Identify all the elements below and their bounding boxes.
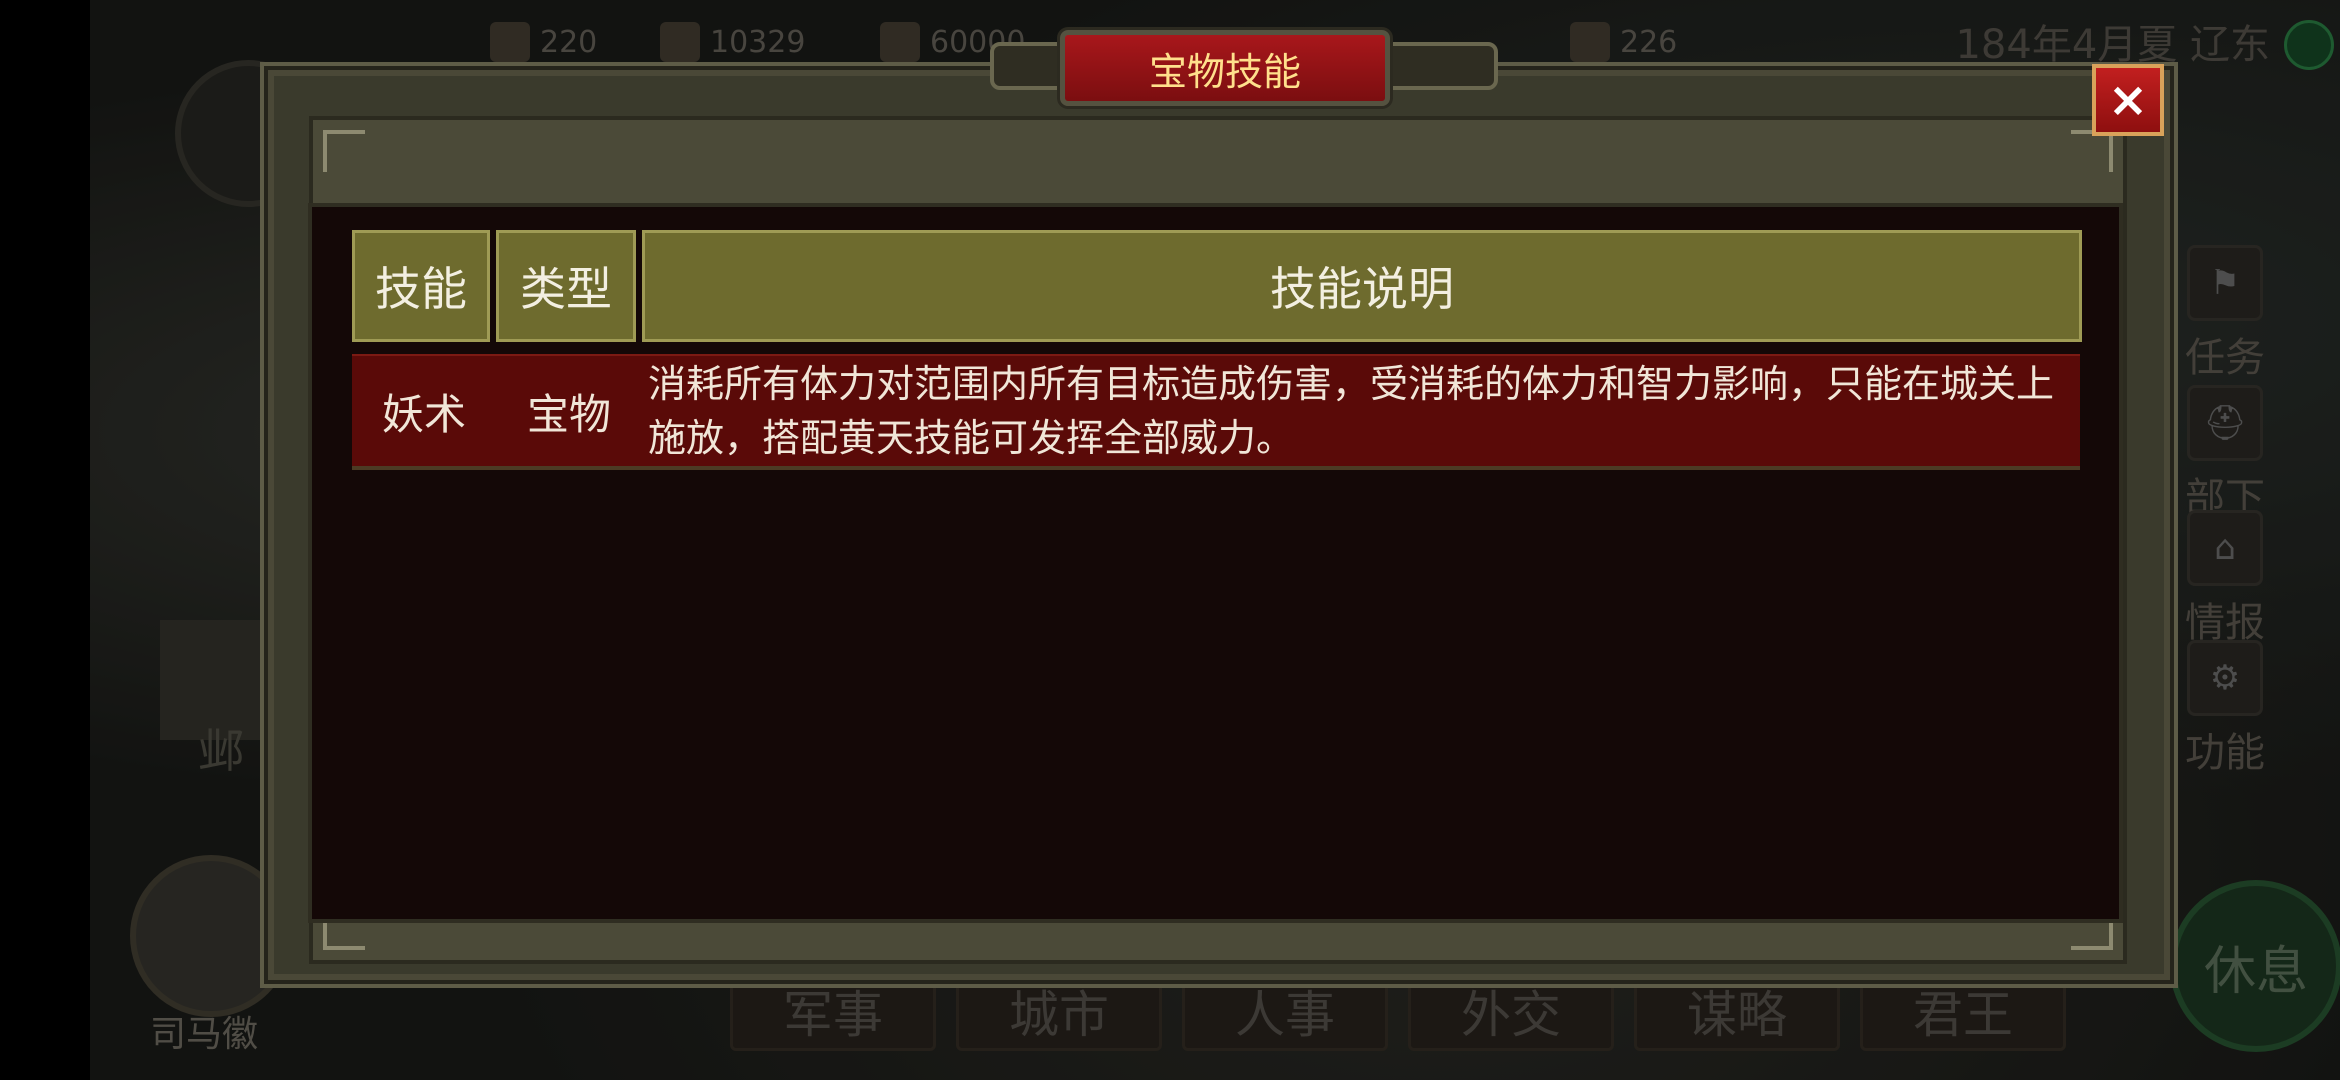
title-ornament-right — [1380, 42, 1498, 90]
corner-ornament-icon — [323, 130, 365, 172]
skill-type: 宝物 — [526, 389, 611, 439]
corner-ornament-icon — [2071, 130, 2113, 172]
table-row[interactable]: 妖术 宝物 消耗所有体力对范围内所有目标造成伤害，受消耗的体力和智力影响，只能在… — [352, 354, 2080, 470]
dialog-title: 宝物技能 — [1060, 30, 1390, 106]
close-icon: × — [2107, 72, 2149, 128]
skill-name: 妖术 — [381, 389, 466, 439]
header-type: 类型 — [496, 230, 636, 342]
close-button[interactable]: × — [2092, 64, 2164, 136]
skill-table-header: 技能 类型 技能说明 — [352, 230, 2082, 342]
skill-description: 消耗所有体力对范围内所有目标造成伤害，受消耗的体力和智力影响，只能在城关上施放，… — [648, 362, 2055, 460]
header-description: 技能说明 — [642, 230, 2082, 342]
header-skill: 技能 — [352, 230, 490, 342]
